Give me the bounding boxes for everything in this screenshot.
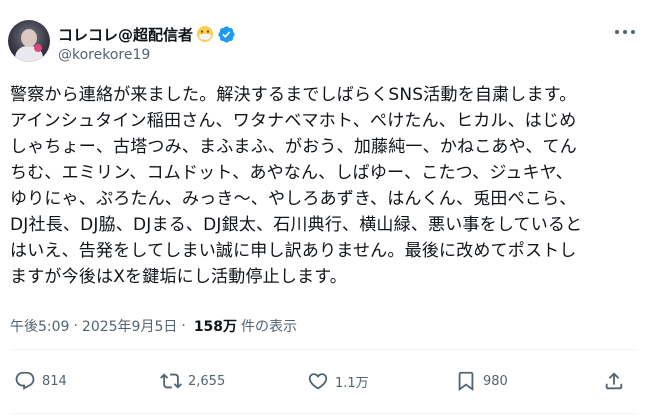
repost-icon [160,373,182,389]
author-name-row: コレコレ@超配信者 [58,24,236,44]
avatar[interactable] [8,20,50,62]
post-line: ちむ、エミリン、コムドット、あやなん、しばゆー、こたつ、ジュキヤ、 [10,163,573,183]
views-label: 件の表示 [241,319,298,335]
action-bar: 814 2,655 1.1万 980 [0,364,646,400]
repost-count: 2,655 [188,373,226,389]
share-icon [605,372,623,390]
share-button[interactable] [603,370,625,392]
author-handle[interactable]: @korekore19 [58,47,150,63]
bookmark-button[interactable]: 980 [455,370,508,392]
post-header: コレコレ@超配信者 @korekore19 [0,0,646,68]
like-button[interactable]: 1.1万 [307,370,369,392]
verified-badge-icon[interactable] [217,25,236,44]
reply-button[interactable]: 814 [14,370,67,392]
post-metadata: 午後5:09 · 2025年9月5日 · 158万 件の表示 [10,316,297,336]
more-options-icon[interactable] [614,28,636,36]
divider [10,413,638,414]
post-time[interactable]: 午後5:09 [10,316,69,336]
meta-separator: · [73,318,78,334]
post-text: 警察から連絡が来ました。解決するまでしばらくSNS活動を自粛します。 アインシュ… [10,82,640,290]
views-count[interactable]: 158万 [194,316,237,336]
bookmark-icon [458,371,474,392]
post-line: アインシュタイン稲田さん、ワタナベマホト、ぺけたん、ヒカル、はじめ [10,111,577,131]
meta-separator: · [181,318,186,334]
post-line: DJ社長、DJ脇、DJまる、DJ銀太、石川典行、横山緑、悪い事をしていると [10,215,583,235]
reply-count: 814 [42,373,67,389]
reply-icon [15,371,35,390]
post-line: 警察から連絡が来ました。解決するまでしばらくSNS活動を自粛します。 [10,85,577,105]
divider [10,349,638,350]
post-line: ますが今後はXを鍵垢にし活動停止します。 [10,267,347,287]
bookmark-count: 980 [483,373,508,389]
author-display-name[interactable]: コレコレ@超配信者 [58,24,193,45]
like-count: 1.1万 [335,375,369,391]
heart-icon [308,373,328,390]
mask-face-icon [197,26,214,42]
post-date[interactable]: 2025年9月5日 [82,316,177,336]
post-line: しゃちょー、古塔つみ、まふまふ、がおう、加藤純一、かねこあや、てん [10,137,577,157]
post-line: はいえ、告発をしてしまい誠に申し訳ありません。最後に改めてポストし [10,241,577,261]
repost-button[interactable]: 2,655 [160,370,225,392]
post-line: ゆりにゃ、ぷろたん、みっき～、やしろあずき、はんくん、兎田ぺこら、 [10,189,577,209]
